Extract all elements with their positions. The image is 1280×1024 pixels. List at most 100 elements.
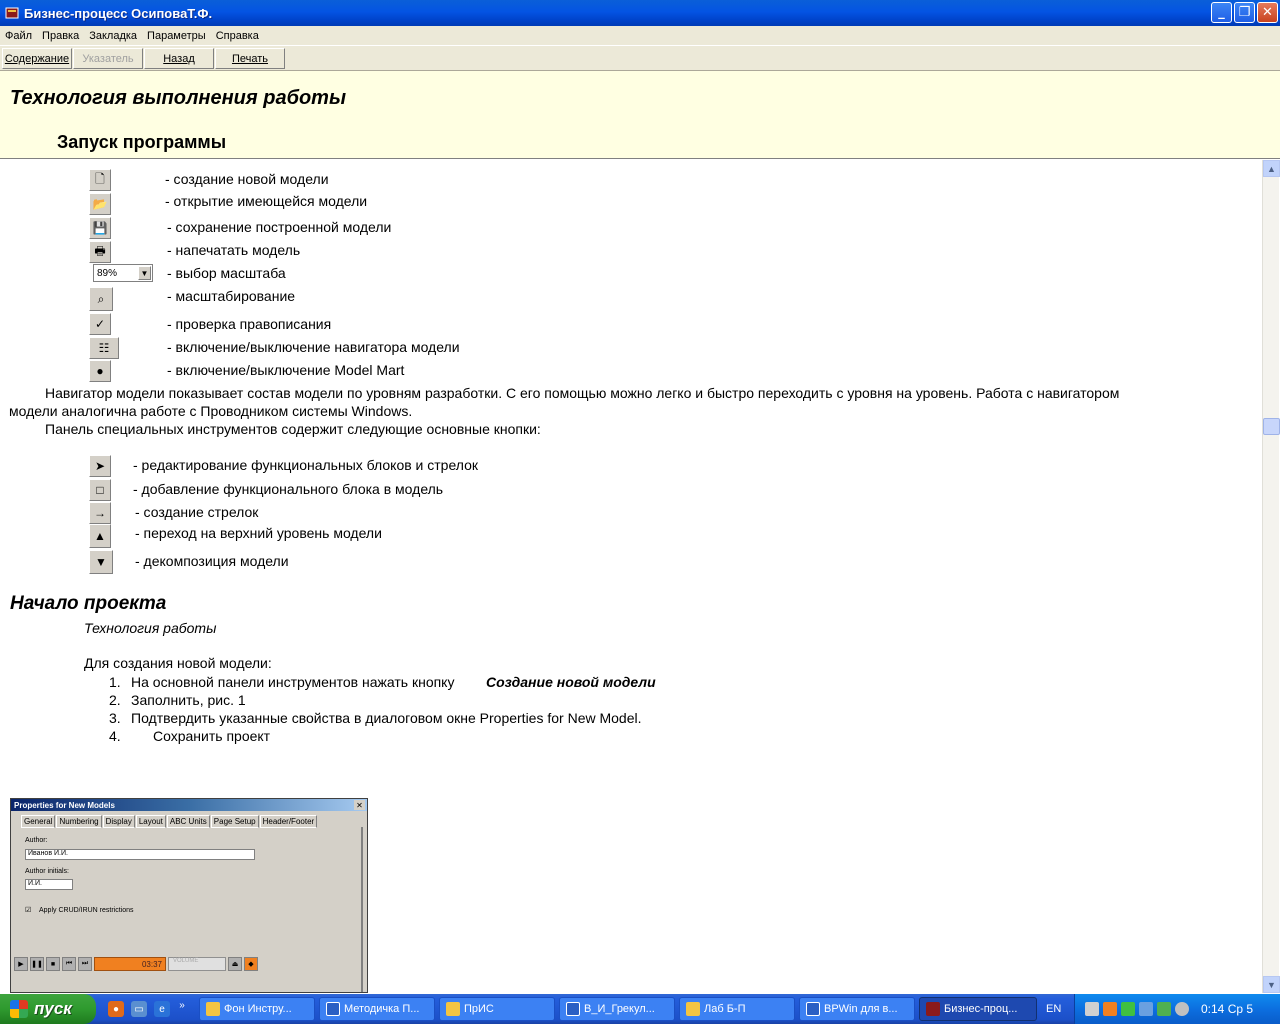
play-icon: ▶: [14, 957, 28, 971]
steps-intro: Для создания новой модели:: [84, 655, 272, 671]
internet-explorer-icon[interactable]: e: [154, 1001, 170, 1017]
task-button[interactable]: В_И_Грекул...: [559, 997, 675, 1021]
folder-icon: [446, 1002, 460, 1016]
start-button[interactable]: пуск: [0, 994, 96, 1024]
dialog-tab: Display: [102, 815, 135, 828]
media-player-bar: ▶ ❚❚ ■ ⏮ ⏭ 03:37 VOLUME ⏏ ◆: [11, 954, 261, 974]
print-button[interactable]: Печать: [215, 48, 285, 69]
volume-slider: VOLUME: [168, 957, 226, 971]
word-icon: [806, 1002, 820, 1016]
model-mart-icon: ●: [89, 360, 111, 382]
topic-subtitle: Запуск программы: [57, 132, 227, 152]
help-book-icon: [926, 1002, 940, 1016]
media-logo-icon: ◆: [244, 957, 258, 971]
star-icon[interactable]: [1121, 1002, 1135, 1016]
close-button[interactable]: ✕: [1257, 2, 1278, 23]
task-button[interactable]: Методичка П...: [319, 997, 435, 1021]
list-item: - создание новой модели: [165, 171, 329, 187]
task-label: Фон Инстру...: [224, 1003, 292, 1015]
task-label: BPWin для в...: [824, 1003, 898, 1015]
media-time: 03:37: [94, 957, 166, 971]
maximize-button[interactable]: ❐: [1234, 2, 1255, 23]
step-text: На основной панели инструментов нажать к…: [131, 674, 455, 690]
spellcheck-icon: ✓: [89, 313, 111, 335]
navigator-icon: ☷: [89, 337, 119, 359]
step-number: 3.: [109, 710, 121, 726]
chevron-right-icon[interactable]: »: [177, 997, 187, 1013]
task-button[interactable]: Лаб Б-П: [679, 997, 795, 1021]
menu-bar: Файл Правка Закладка Параметры Справка: [0, 26, 1280, 45]
antivirus-icon[interactable]: [1157, 1002, 1171, 1016]
menu-edit[interactable]: Правка: [37, 30, 84, 42]
dialog-tab: Header/Footer: [259, 815, 318, 828]
prev-icon: ⏮: [62, 957, 76, 971]
list-item: - масштабирование: [167, 288, 296, 304]
stop-icon: ■: [46, 957, 60, 971]
help-content: 🗋 - создание новой модели 📂 - открытие и…: [0, 160, 1262, 993]
close-icon: ✕: [354, 800, 365, 810]
minimize-button[interactable]: _: [1211, 2, 1232, 23]
topic-title: Технология выполнения работы: [10, 87, 347, 109]
contents-button[interactable]: Содержание: [2, 48, 72, 69]
menu-bookmark[interactable]: Закладка: [84, 30, 142, 42]
printer-icon: 🖶: [89, 241, 111, 263]
scroll-thumb[interactable]: [1263, 418, 1280, 435]
box-icon: □: [89, 479, 111, 501]
triangle-down-icon: ▼: [89, 550, 113, 574]
window-title: Бизнес-процесс ОсиповаТ.Ф.: [24, 5, 213, 21]
pause-icon: ❚❚: [30, 957, 44, 971]
paragraph-navigator-cont: модели аналогична работе с Проводником с…: [9, 403, 413, 419]
language-indicator[interactable]: EN: [1046, 1003, 1061, 1015]
section-title: Начало проекта: [10, 593, 167, 614]
task-label: В_И_Грекул...: [584, 1003, 655, 1015]
task-button[interactable]: ПрИС: [439, 997, 555, 1021]
dialog-screenshot: Properties for New Models ✕ General Numb…: [10, 798, 368, 993]
chevron-down-icon: ▼: [138, 266, 151, 280]
menu-help[interactable]: Справка: [211, 30, 264, 42]
section-subtitle: Технология работы: [84, 620, 217, 636]
author-label: Author:: [25, 837, 48, 844]
help-book-icon: [5, 7, 19, 19]
open-folder-icon: 📂: [89, 193, 111, 215]
clock[interactable]: 0:14 Ср 5: [1201, 1002, 1253, 1016]
checkbox-icon: ☑: [25, 907, 32, 914]
task-button[interactable]: BPWin для в...: [799, 997, 915, 1021]
list-item: - включение/выключение Model Mart: [167, 362, 405, 378]
step-text: Заполнить, рис. 1: [131, 692, 246, 708]
firefox-icon[interactable]: ●: [108, 1001, 124, 1017]
task-button[interactable]: Фон Инстру...: [199, 997, 315, 1021]
index-button[interactable]: Указатель: [73, 48, 143, 69]
step-text: Подтвердить указанные свойства в диалого…: [131, 710, 642, 726]
media-player-icon[interactable]: [1103, 1002, 1117, 1016]
vertical-scrollbar[interactable]: ▲ ▼: [1262, 160, 1280, 993]
dialog-tab: General: [21, 815, 56, 828]
task-button-active[interactable]: Бизнес-проц...: [919, 997, 1037, 1021]
arrow-right-icon: →: [89, 502, 111, 524]
menu-file[interactable]: Файл: [0, 30, 37, 42]
task-label: ПрИС: [464, 1003, 494, 1015]
dialog-tab: ABC Units: [166, 815, 210, 828]
show-desktop-icon[interactable]: ▭: [131, 1001, 147, 1017]
scroll-up-icon[interactable]: ▲: [1263, 160, 1280, 177]
dialog-title: Properties for New Models: [11, 799, 367, 811]
folder-icon: [686, 1002, 700, 1016]
paragraph-tools: Панель специальных инструментов содержит…: [45, 421, 541, 437]
back-button[interactable]: Назад: [144, 48, 214, 69]
save-disk-icon: 💾: [89, 217, 111, 239]
task-label: Бизнес-проц...: [944, 1003, 1018, 1015]
initials-field: И.И.: [25, 879, 73, 890]
list-item: - сохранение построенной модели: [167, 219, 392, 235]
scroll-down-icon[interactable]: ▼: [1263, 976, 1280, 993]
dialog-tab: Numbering: [56, 815, 102, 828]
list-item: - выбор масштаба: [167, 265, 286, 281]
divider: [361, 827, 363, 992]
list-item: - редактирование функциональных блоков и…: [133, 457, 479, 473]
keyboard-icon[interactable]: [1085, 1002, 1099, 1016]
network-icon[interactable]: [1139, 1002, 1153, 1016]
step-emphasis: Создание новой модели: [486, 674, 656, 690]
volume-icon[interactable]: [1175, 1002, 1189, 1016]
topic-header: Технология выполнения работы Запуск прог…: [0, 70, 1280, 159]
menu-options[interactable]: Параметры: [142, 30, 211, 42]
step-text: Сохранить проект: [153, 728, 271, 744]
next-icon: ⏭: [78, 957, 92, 971]
